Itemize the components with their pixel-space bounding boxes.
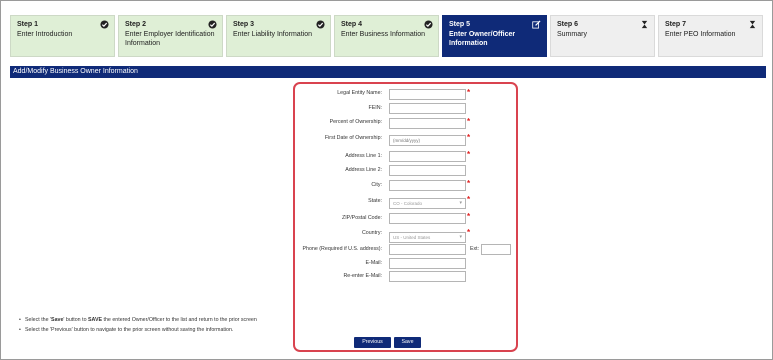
step-number: Step 6 — [557, 21, 579, 28]
legal-entity-name-label: Legal Entity Name: — [337, 90, 382, 96]
reenter-email-label: Re-enter E-Mail: — [343, 273, 382, 279]
step-label: Enter Liability Information — [233, 31, 312, 38]
step-number: Step 4 — [341, 21, 363, 28]
percent-ownership-input[interactable] — [389, 118, 466, 129]
address-line-1-input[interactable] — [389, 151, 466, 162]
edit-icon — [532, 20, 541, 29]
check-circle-icon — [424, 20, 433, 29]
step-number: Step 3 — [233, 21, 255, 28]
required-marker: * — [467, 212, 471, 221]
address-line-1-label: Address Line 1: — [345, 153, 382, 159]
app-frame: Step 1 Enter Introduction Step 2 Enter E… — [0, 0, 773, 360]
step-4[interactable]: Step 4 Enter Business Information — [334, 15, 439, 57]
country-select-value: US - United States — [393, 235, 431, 240]
country-label: Country: — [361, 230, 382, 236]
instruction-item: Select the 'Previous' button to navigate… — [19, 325, 257, 335]
email-input[interactable] — [389, 258, 466, 269]
state-select-value: CO - Colorado — [393, 201, 423, 206]
state-label: State: — [368, 198, 382, 204]
previous-button[interactable]: Previous — [354, 337, 391, 348]
country-select[interactable]: US - United States — [389, 232, 466, 243]
step-label: Enter Owner/Officer Information — [449, 31, 516, 47]
step-label: Enter PEO Information — [665, 31, 736, 38]
zip-input[interactable] — [389, 213, 466, 224]
city-label: City: — [371, 182, 382, 188]
fein-label: FEIN: — [368, 105, 382, 111]
step-6[interactable]: Step 6 Summary — [550, 15, 655, 57]
step-label: Enter Business Information — [341, 31, 426, 38]
step-number: Step 1 — [17, 21, 39, 28]
step-2[interactable]: Step 2 Enter Employer Identification Inf… — [118, 15, 223, 57]
state-select[interactable]: CO - Colorado — [389, 198, 466, 209]
step-number: Step 2 — [125, 21, 147, 28]
step-7[interactable]: Step 7 Enter PEO Information — [658, 15, 763, 57]
required-marker: * — [467, 117, 471, 126]
email-label: E-Mail: — [365, 260, 382, 266]
step-5[interactable]: Step 5 Enter Owner/Officer Information — [442, 15, 547, 57]
hourglass-icon — [748, 20, 757, 29]
required-marker: * — [467, 133, 471, 142]
ext-label: Ext: — [470, 246, 480, 252]
check-circle-icon — [208, 20, 217, 29]
check-circle-icon — [100, 20, 109, 29]
hourglass-icon — [640, 20, 649, 29]
required-marker: * — [467, 179, 471, 188]
step-label: Enter Employer Identification Informatio… — [125, 31, 215, 47]
city-input[interactable] — [389, 180, 466, 191]
step-label: Enter Introduction — [17, 31, 73, 38]
address-line-2-input[interactable] — [389, 165, 466, 176]
step-3[interactable]: Step 3 Enter Liability Information — [226, 15, 331, 57]
fein-input[interactable] — [389, 103, 466, 114]
reenter-email-input[interactable] — [389, 271, 466, 282]
section-title: Add/Modify Business Owner Information — [10, 66, 766, 78]
ext-input[interactable] — [481, 244, 511, 255]
phone-input[interactable] — [389, 244, 466, 255]
step-number: Step 7 — [665, 21, 687, 28]
required-marker: * — [467, 88, 471, 97]
address-line-2-label: Address Line 2: — [345, 167, 382, 173]
step-label: Summary — [557, 31, 587, 38]
zip-label: ZIP/Postal Code: — [341, 215, 382, 221]
first-date-ownership-input[interactable] — [389, 135, 466, 146]
instruction-item: Select the 'Save' button to SAVE the ent… — [19, 315, 257, 325]
required-marker: * — [467, 228, 471, 237]
percent-ownership-label: Percent of Ownership: — [329, 119, 382, 125]
required-marker: * — [467, 150, 471, 159]
step-number: Step 5 — [449, 21, 471, 28]
check-circle-icon — [316, 20, 325, 29]
phone-label: Phone (Required if U.S. address): — [302, 246, 383, 252]
first-date-ownership-label: First Date of Ownership: — [324, 135, 382, 141]
required-marker: * — [467, 195, 471, 204]
legal-entity-name-input[interactable] — [389, 89, 466, 100]
instructions: Select the 'Save' button to SAVE the ent… — [19, 315, 257, 335]
step-1[interactable]: Step 1 Enter Introduction — [10, 15, 115, 57]
save-button[interactable]: Save — [394, 337, 421, 348]
